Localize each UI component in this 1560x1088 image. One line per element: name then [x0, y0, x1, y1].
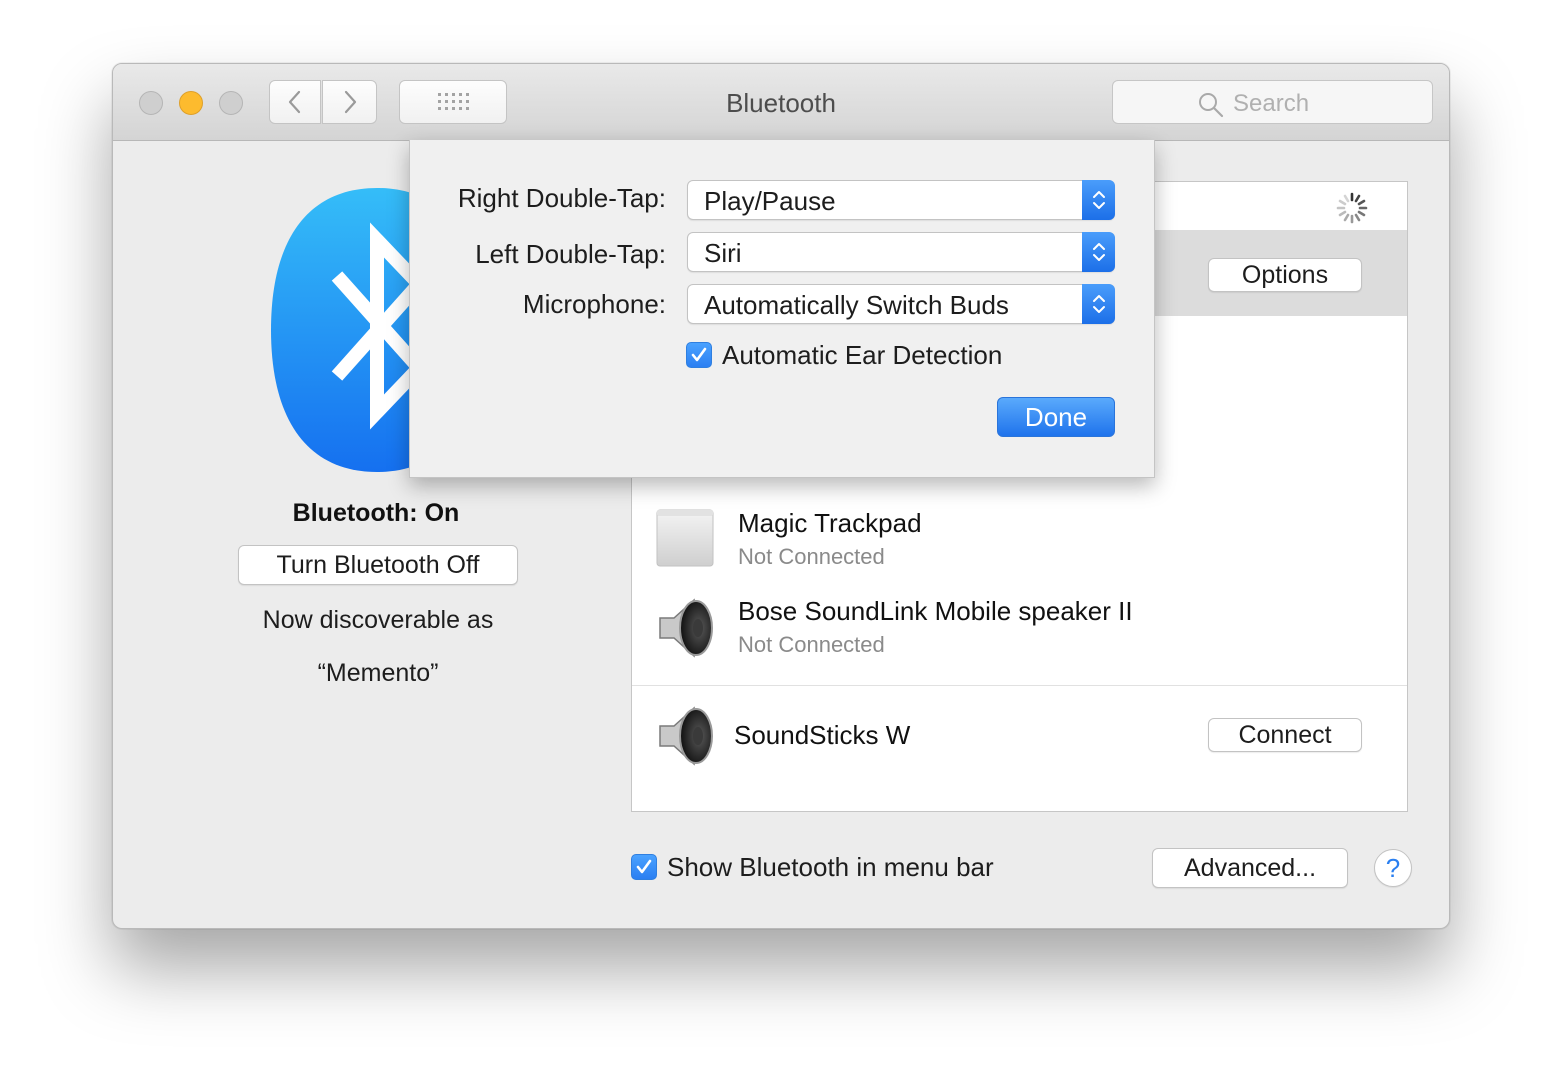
select-stepper	[1082, 180, 1115, 220]
left-double-tap-label: Left Double-Tap:	[475, 239, 666, 269]
microphone-label: Microphone:	[522, 289, 666, 319]
show-in-menu-bar-label: Show Bluetooth in menu bar	[667, 852, 994, 882]
up-down-arrows-icon	[1092, 243, 1105, 261]
up-down-arrows-icon	[1092, 191, 1105, 209]
device-name: SoundSticks W	[734, 720, 911, 750]
turn-bluetooth-off-button[interactable]: Turn Bluetooth Off	[238, 545, 518, 585]
advanced-button[interactable]: Advanced...	[1152, 848, 1348, 888]
device-name: Magic Trackpad	[738, 508, 922, 538]
right-double-tap-label: Right Double-Tap:	[457, 183, 666, 213]
options-sheet: Right Double-Tap: Play/Pause Left Double…	[409, 140, 1155, 478]
search-placeholder: Search	[1233, 90, 1310, 117]
right-double-tap-value: Play/Pause	[704, 186, 836, 216]
checkmark-icon	[691, 347, 707, 362]
select-stepper	[1082, 284, 1115, 324]
right-double-tap-select[interactable]: Play/Pause	[687, 180, 1115, 220]
microphone-select[interactable]: Automatically Switch Buds	[687, 284, 1115, 324]
device-name: Bose SoundLink Mobile speaker II	[738, 596, 1133, 626]
device-status: Not Connected	[738, 632, 885, 657]
connect-button[interactable]: Connect	[1208, 718, 1362, 752]
microphone-value: Automatically Switch Buds	[704, 290, 1009, 320]
title-bar: Bluetooth Search	[113, 64, 1449, 141]
help-button[interactable]: ?	[1374, 849, 1412, 887]
discoverable-label: Now discoverable as	[262, 606, 494, 634]
left-double-tap-value: Siri	[704, 238, 742, 268]
list-divider	[632, 685, 1407, 686]
done-button[interactable]: Done	[997, 397, 1115, 437]
left-double-tap-select[interactable]: Siri	[687, 232, 1115, 272]
search-icon	[1199, 93, 1224, 118]
select-stepper	[1082, 232, 1115, 272]
bluetooth-status: Bluetooth: On	[292, 499, 460, 527]
loading-spinner-icon	[1336, 192, 1368, 224]
discoverable-name: “Memento”	[317, 659, 439, 687]
options-button[interactable]: Options	[1208, 258, 1362, 292]
show-in-menu-bar-checkbox[interactable]	[631, 854, 657, 880]
checkmark-icon	[636, 859, 652, 874]
speaker-icon	[659, 706, 713, 766]
search-field[interactable]: Search	[1112, 80, 1433, 124]
trackpad-icon	[656, 509, 714, 567]
ear-detection-label: Automatic Ear Detection	[722, 340, 1003, 370]
up-down-arrows-icon	[1092, 295, 1105, 313]
ear-detection-checkbox[interactable]	[686, 342, 712, 368]
device-status: Not Connected	[738, 544, 885, 569]
preferences-window: Bluetooth Search Bluetooth: On Turn Blue…	[112, 63, 1450, 929]
speaker-icon	[659, 598, 713, 658]
